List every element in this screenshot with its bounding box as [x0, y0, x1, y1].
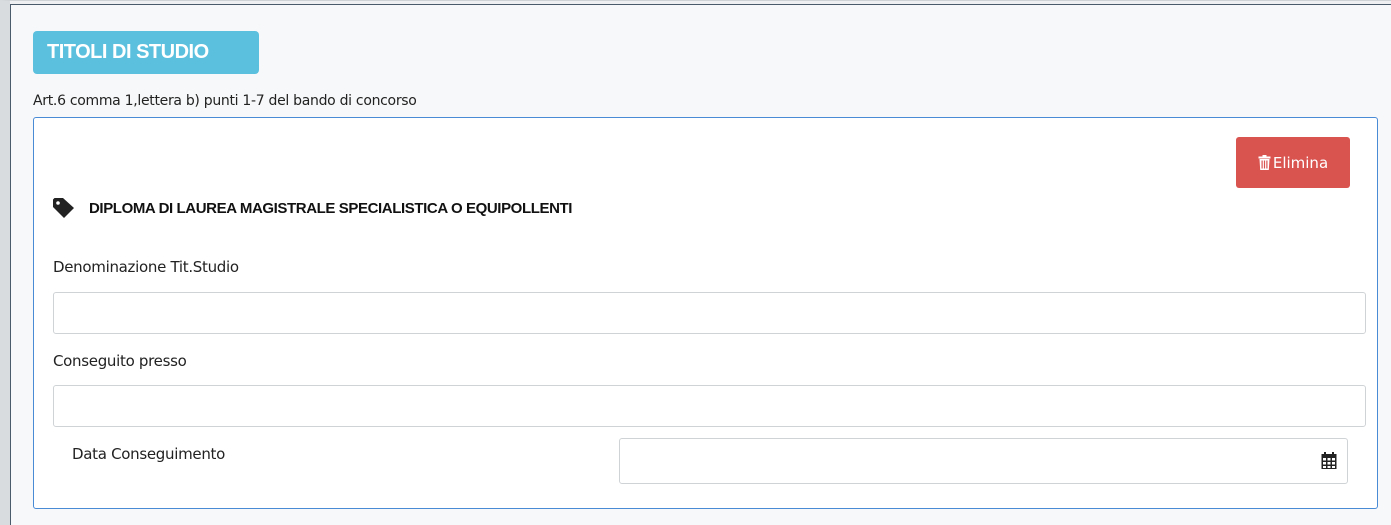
- conseguito-label: Conseguito presso: [53, 352, 187, 370]
- diploma-title: DIPLOMA DI LAUREA MAGISTRALE SPECIALISTI…: [89, 199, 573, 217]
- diploma-heading: DIPLOMA DI LAUREA MAGISTRALE SPECIALISTI…: [53, 198, 572, 218]
- delete-button[interactable]: Elimina: [1236, 137, 1350, 188]
- calendar-icon[interactable]: [1321, 452, 1337, 469]
- section-title-badge: TITOLI DI STUDIO: [33, 31, 259, 74]
- titolo-card: Elimina DIPLOMA DI LAUREA MAGISTRALE SPE…: [33, 117, 1378, 509]
- denominazione-label: Denominazione Tit.Studio: [53, 258, 239, 276]
- tag-icon: [53, 198, 75, 218]
- trash-icon: [1258, 155, 1271, 170]
- data-conseguimento-label: Data Conseguimento: [72, 445, 225, 463]
- denominazione-input[interactable]: [53, 292, 1366, 334]
- form-panel: TITOLI DI STUDIO Art.6 comma 1,lettera b…: [10, 4, 1391, 525]
- section-subtitle: Art.6 comma 1,lettera b) punti 1-7 del b…: [33, 93, 417, 109]
- delete-button-label: Elimina: [1272, 153, 1329, 172]
- data-conseguimento-input[interactable]: [619, 438, 1348, 484]
- conseguito-input[interactable]: [53, 385, 1366, 427]
